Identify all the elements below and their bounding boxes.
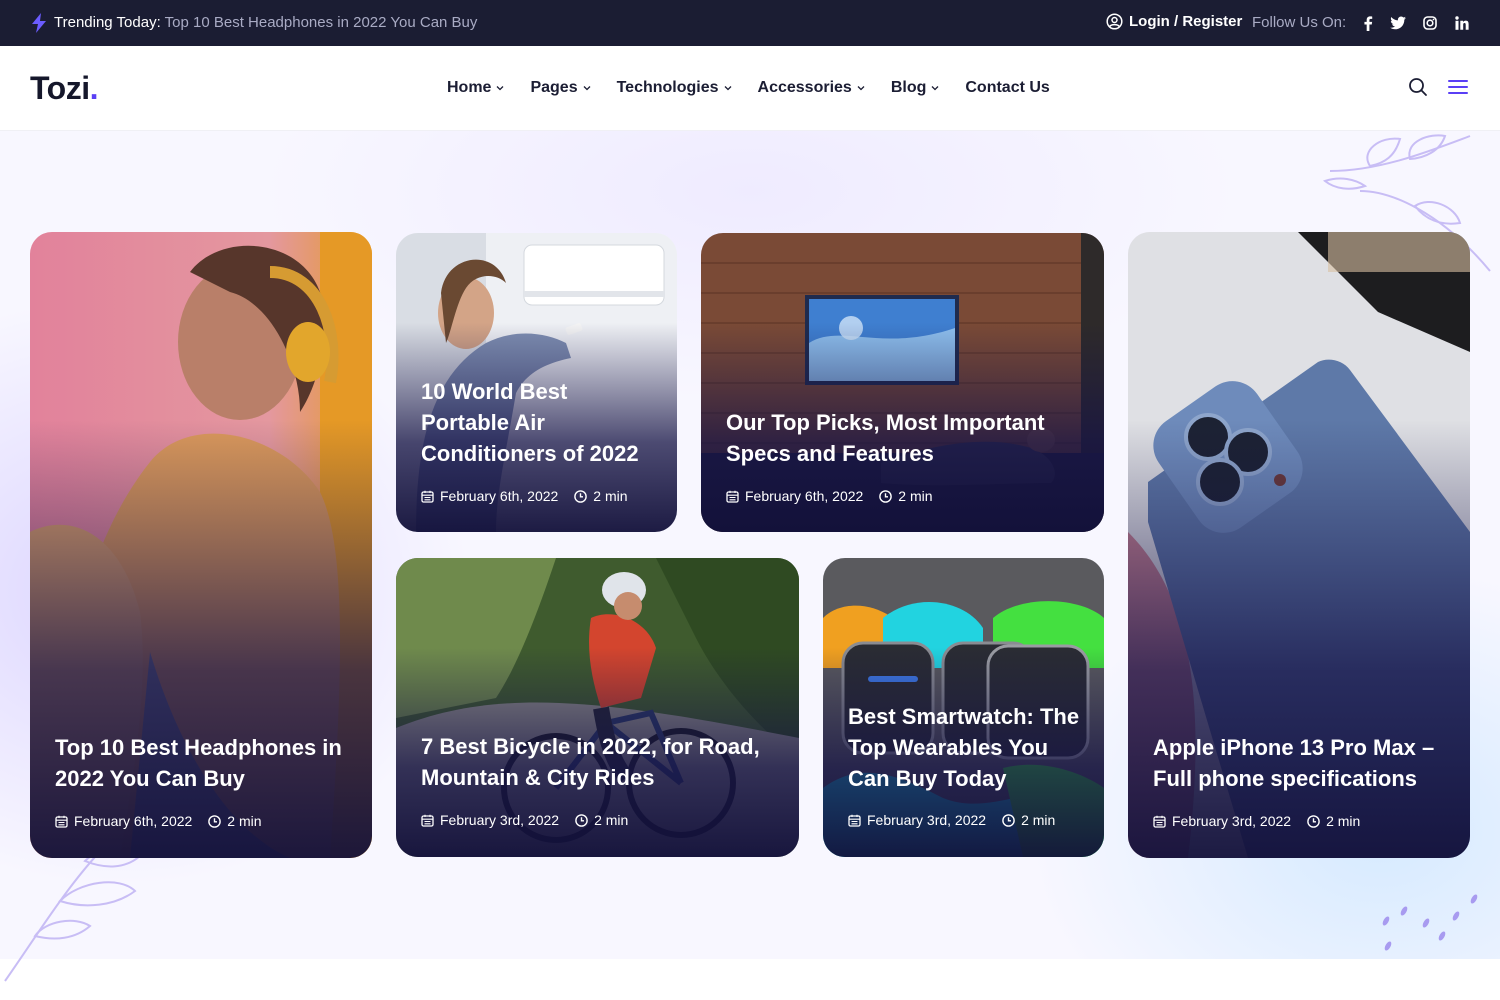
- nav-blog[interactable]: Blog: [891, 79, 940, 97]
- nav-home-label: Home: [447, 79, 492, 96]
- article-date: February 6th, 2022: [74, 813, 193, 829]
- article-title[interactable]: Our Top Picks, Most Important Specs and …: [726, 407, 1082, 469]
- clock-icon: [879, 489, 893, 503]
- nav-technologies-label: Technologies: [616, 79, 719, 96]
- nav-blog-label: Blog: [890, 79, 927, 96]
- article-read-time: 2 min: [227, 813, 262, 829]
- logo-dot: .: [89, 70, 99, 106]
- article-title[interactable]: Apple iPhone 13 Pro Max – Full phone spe…: [1153, 732, 1448, 794]
- clock-icon: [1307, 814, 1320, 828]
- nav-contact-label: Contact Us: [965, 79, 1050, 96]
- article-title[interactable]: 10 World Best Portable Air Conditioners …: [421, 376, 655, 469]
- nav-pages-label: Pages: [530, 79, 578, 96]
- article-card-iphone[interactable]: Apple iPhone 13 Pro Max – Full phone spe…: [1128, 232, 1470, 858]
- clock-icon: [574, 489, 588, 503]
- clock-icon: [575, 813, 588, 827]
- hamburger-menu-icon[interactable]: [1448, 79, 1468, 95]
- calendar-icon: [726, 490, 739, 503]
- user-circle-icon: [1106, 13, 1123, 30]
- article-title[interactable]: 7 Best Bicycle in 2022, for Road, Mounta…: [421, 731, 777, 793]
- nav-technologies[interactable]: Technologies: [617, 79, 732, 97]
- article-read-time: 2 min: [593, 488, 628, 504]
- calendar-icon: [55, 815, 68, 828]
- nav-accessories[interactable]: Accessories: [758, 79, 865, 97]
- article-meta: February 3rd, 2022 2 min: [421, 812, 628, 828]
- nav-contact[interactable]: Contact Us: [965, 79, 1049, 97]
- article-date: February 3rd, 2022: [440, 812, 560, 828]
- instagram-icon[interactable]: [1422, 15, 1438, 31]
- article-title[interactable]: Best Smartwatch: The Top Wearables You C…: [848, 701, 1082, 794]
- nav-home[interactable]: Home: [447, 79, 504, 97]
- article-card-air-conditioners[interactable]: 10 World Best Portable Air Conditioners …: [396, 233, 677, 532]
- login-register-link[interactable]: Login / Register: [1106, 13, 1242, 30]
- article-card-tv[interactable]: Our Top Picks, Most Important Specs and …: [701, 233, 1104, 532]
- nav-pages[interactable]: Pages: [530, 79, 591, 97]
- chevron-down-icon: [931, 86, 939, 91]
- facebook-icon[interactable]: [1360, 15, 1376, 31]
- twitter-icon[interactable]: [1390, 15, 1406, 31]
- article-card-headphones[interactable]: Top 10 Best Headphones in 2022 You Can B…: [30, 232, 372, 858]
- chevron-down-icon: [583, 86, 591, 91]
- article-read-time: 2 min: [1326, 813, 1361, 829]
- login-register-label: Login / Register: [1129, 13, 1243, 30]
- site-logo[interactable]: Tozi.: [30, 70, 99, 107]
- chevron-down-icon: [496, 86, 504, 91]
- article-meta: February 3rd, 2022 2 min: [1153, 813, 1360, 829]
- article-read-time: 2 min: [594, 812, 629, 828]
- article-read-time: 2 min: [898, 488, 933, 504]
- clock-icon: [1002, 813, 1015, 827]
- main-header: Tozi. Home Pages Technologies Accessorie…: [0, 46, 1500, 131]
- article-date: February 3rd, 2022: [867, 812, 987, 828]
- calendar-icon: [1153, 815, 1166, 828]
- trending-link[interactable]: Top 10 Best Headphones in 2022 You Can B…: [165, 14, 478, 31]
- hero-section: Top 10 Best Headphones in 2022 You Can B…: [0, 131, 1500, 982]
- calendar-icon: [848, 814, 861, 827]
- article-date: February 6th, 2022: [440, 488, 559, 504]
- follow-label: Follow Us On:: [1252, 14, 1347, 31]
- article-meta: February 6th, 2022 2 min: [726, 488, 933, 504]
- logo-text: Tozi: [30, 70, 90, 106]
- article-card-smartwatch[interactable]: Best Smartwatch: The Top Wearables You C…: [823, 558, 1104, 857]
- article-meta: February 3rd, 2022 2 min: [848, 812, 1055, 828]
- trending-news[interactable]: Trending Today: Top 10 Best Headphones i…: [54, 14, 477, 31]
- calendar-icon: [421, 814, 434, 827]
- linkedin-icon[interactable]: [1454, 15, 1470, 31]
- top-bar: Trending Today: Top 10 Best Headphones i…: [0, 0, 1500, 46]
- chevron-down-icon: [724, 86, 731, 91]
- calendar-icon: [421, 490, 434, 503]
- article-card-bicycle[interactable]: 7 Best Bicycle in 2022, for Road, Mounta…: [396, 558, 799, 857]
- article-title[interactable]: Top 10 Best Headphones in 2022 You Can B…: [55, 732, 350, 794]
- clock-icon: [208, 814, 222, 828]
- article-date: February 3rd, 2022: [1172, 813, 1292, 829]
- article-read-time: 2 min: [1021, 812, 1056, 828]
- chevron-down-icon: [857, 86, 865, 91]
- dots-decoration: [1382, 894, 1478, 951]
- article-meta: February 6th, 2022 2 min: [421, 488, 628, 504]
- trending-label: Trending Today:: [54, 14, 161, 31]
- main-nav: Home Pages Technologies Accessories Blog…: [447, 79, 1076, 97]
- article-date: February 6th, 2022: [745, 488, 864, 504]
- lightning-icon: [32, 13, 46, 33]
- nav-accessories-label: Accessories: [757, 79, 852, 96]
- article-meta: February 6th, 2022 2 min: [55, 813, 262, 829]
- search-icon[interactable]: [1408, 77, 1428, 97]
